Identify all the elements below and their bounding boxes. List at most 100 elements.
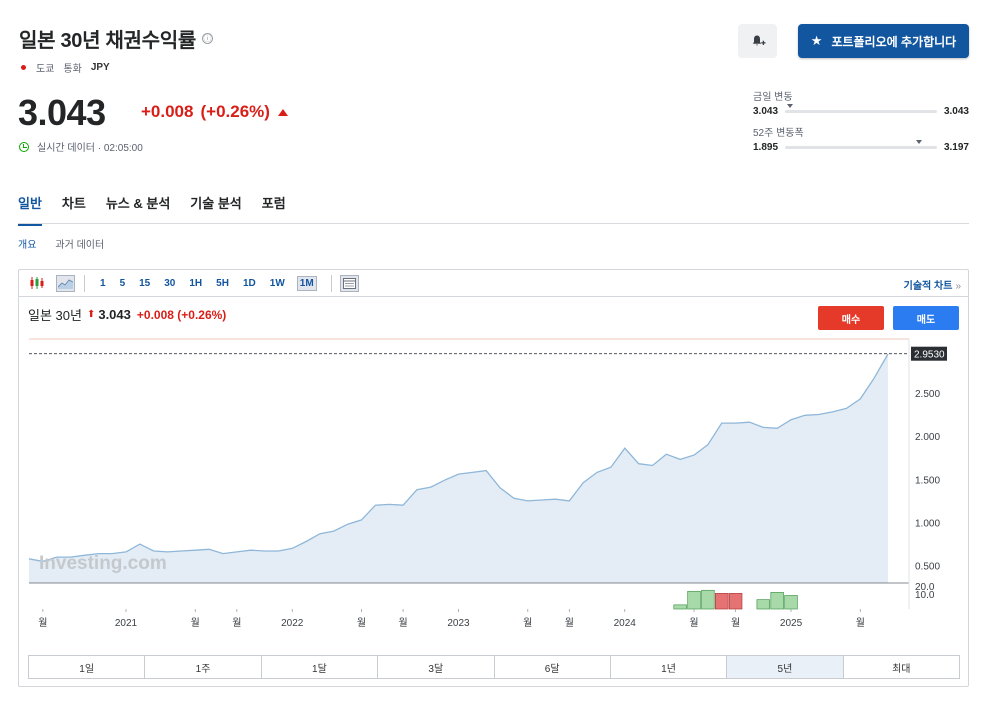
period-1mo[interactable]: 1달 [262, 656, 379, 678]
period-selector: 1일 1주 1달 3달 6달 1년 5년 최대 [28, 655, 960, 679]
volume-bar [728, 593, 743, 610]
tab-forum[interactable]: 포럼 [262, 193, 286, 226]
volume-bar [770, 592, 784, 610]
realtime-text: 실시간 데이터 · 02:05:00 [37, 143, 143, 154]
legend-price: 3.043 [98, 307, 131, 322]
add-to-portfolio-button[interactable]: ★ 포트폴리오에 추가합니다 [798, 24, 969, 58]
legend-instrument-name: 일본 30년 [28, 308, 82, 323]
info-icon[interactable]: ⓘ [201, 33, 213, 44]
week52-range: 52주 변동폭 1.895 3.197 [753, 124, 969, 153]
x-tick-label: 월 [191, 617, 200, 629]
volume-bar [715, 593, 729, 610]
tab-technical[interactable]: 기술 분석 [190, 193, 241, 226]
currency-value: JPY [90, 62, 110, 73]
tab-chart[interactable]: 차트 [62, 193, 86, 226]
week52-range-label: 52주 변동폭 [753, 128, 804, 139]
volume-tick-label: 10.0 [915, 590, 935, 601]
tabs-divider [18, 223, 969, 224]
price-area [29, 354, 888, 583]
week52-range-high: 3.197 [943, 142, 969, 153]
change-percent: (+0.26%) [200, 102, 270, 121]
x-tick-label: 월 [523, 617, 532, 629]
volume-bar [701, 589, 715, 610]
table-view-icon[interactable] [339, 274, 359, 292]
interval-5h[interactable]: 5H [214, 277, 231, 290]
period-1y[interactable]: 1년 [611, 656, 728, 678]
week52-range-low: 1.895 [753, 142, 779, 153]
tab-news[interactable]: 뉴스 & 분석 [106, 193, 170, 226]
market-closed-dot-icon [21, 65, 26, 70]
y-tick-label: 2.500 [915, 389, 940, 400]
x-tick-label: 2025 [780, 618, 803, 629]
day-range-low: 3.043 [753, 106, 779, 117]
interval-30[interactable]: 30 [162, 277, 177, 290]
technical-chart-link[interactable]: 기술적 차트» [904, 277, 961, 292]
x-tick-label: 월 [38, 617, 47, 629]
page-title: 일본 30년 채권수익률 [19, 30, 196, 52]
x-tick-label: 월 [856, 617, 865, 629]
area-chart-icon[interactable] [56, 274, 75, 292]
x-tick-label: 월 [398, 617, 407, 629]
chart-legend: 일본 30년 ⬆ 3.043 +0.008 (+0.26%) [28, 305, 226, 324]
day-range-marker-icon [786, 104, 793, 108]
add-to-portfolio-label: 포트폴리오에 추가합니다 [831, 34, 957, 49]
interval-1w[interactable]: 1W [268, 277, 287, 290]
volume-bar [673, 604, 687, 610]
tab-general[interactable]: 일반 [18, 193, 42, 226]
interval-1d[interactable]: 1D [241, 277, 258, 290]
week52-range-marker-icon [915, 140, 922, 144]
interval-1m[interactable]: 1M [296, 275, 317, 291]
interval-1[interactable]: 1 [98, 277, 108, 290]
toolbar-divider [330, 274, 332, 292]
title-row: 일본 30년 채권수익률 ⓘ [19, 24, 213, 53]
y-tick-label: 2.000 [915, 432, 940, 443]
interval-15[interactable]: 15 [137, 277, 152, 290]
x-tick-label: 2023 [447, 618, 470, 629]
exchange-label: 도쿄 [36, 64, 55, 75]
y-tick-label: 1.500 [915, 475, 940, 486]
subtab-overview[interactable]: 개요 [18, 236, 36, 251]
change-value: +0.008 [141, 102, 194, 121]
x-tick-label: 월 [357, 617, 366, 629]
period-1d[interactable]: 1일 [29, 656, 146, 678]
currency-label: 통화 [63, 64, 82, 75]
volume-bar [687, 590, 701, 610]
star-icon: ★ [810, 33, 823, 48]
x-tick-label: 월 [565, 617, 574, 629]
volume-bar [784, 595, 798, 610]
chart-toolbar: 1 5 15 30 1H 5H 1D 1W 1M 기술적 차트» [19, 270, 968, 297]
day-range-label: 금일 변동 [753, 92, 793, 103]
alert-button[interactable] [738, 24, 777, 58]
y-tick-label: 0.500 [915, 562, 940, 573]
interval-5[interactable]: 5 [118, 277, 128, 290]
period-6mo[interactable]: 6달 [495, 656, 611, 678]
current-price-label: 2.9530 [914, 350, 945, 361]
period-max[interactable]: 최대 [844, 656, 959, 678]
double-chevron-right-icon: » [955, 281, 961, 292]
instrument-meta: 도쿄 통화 JPY [19, 60, 110, 75]
buy-button[interactable]: 매수 [818, 306, 884, 330]
day-range-high: 3.043 [943, 106, 969, 117]
legend-change: +0.008 (+0.26%) [136, 307, 227, 322]
technical-chart-label: 기술적 차트 [903, 281, 953, 292]
period-3mo[interactable]: 3달 [378, 656, 495, 678]
up-arrow-icon: ⬆ [86, 309, 96, 320]
day-range: 금일 변동 3.043 3.043 [753, 88, 969, 117]
realtime-status: 실시간 데이터 · 02:05:00 [19, 139, 143, 154]
subtab-historical-data[interactable]: 과거 데이터 [55, 236, 104, 251]
price-chart[interactable]: Investing.com 2.9530 0.500 1.000 1.500 2.000 2… [19, 336, 968, 652]
candlestick-icon[interactable] [27, 275, 46, 292]
interval-1h[interactable]: 1H [187, 277, 204, 290]
investing-watermark: Investing.com [39, 553, 167, 574]
price-change: +0.008 (+0.26%) [141, 102, 288, 122]
last-price: 3.043 [18, 92, 106, 133]
x-tick-label: 월 [689, 617, 698, 629]
x-tick-label: 월 [731, 617, 740, 629]
period-5y[interactable]: 5년 [727, 656, 844, 678]
sub-tabs: 개요 과거 데이터 [18, 236, 123, 251]
x-tick-label: 2024 [614, 618, 637, 629]
period-1w[interactable]: 1주 [145, 656, 262, 678]
clock-icon [19, 141, 29, 152]
sell-button[interactable]: 매도 [893, 306, 959, 330]
bell-plus-icon [752, 35, 765, 46]
